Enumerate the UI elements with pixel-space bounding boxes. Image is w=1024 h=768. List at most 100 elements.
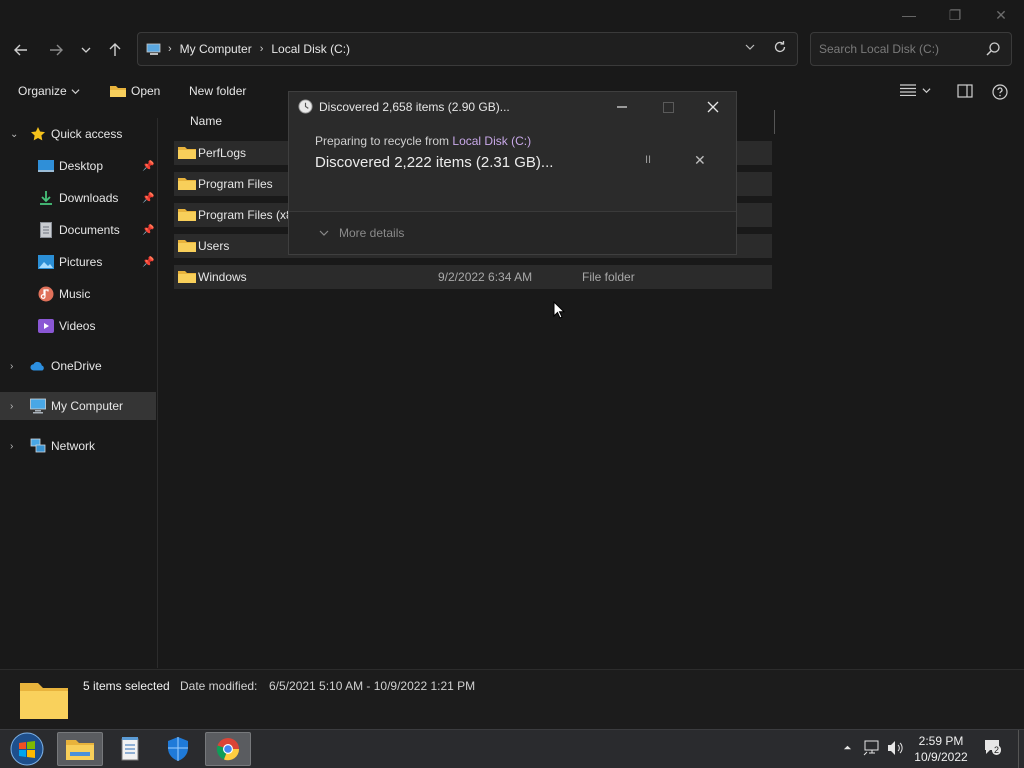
download-icon	[38, 190, 54, 206]
up-button[interactable]	[103, 38, 127, 62]
star-icon	[30, 126, 46, 142]
chevron-down-icon	[745, 44, 755, 50]
source-location-link[interactable]: Local Disk (C:)	[452, 134, 531, 148]
back-arrow-icon	[14, 44, 27, 56]
table-row[interactable]: Windows 9/2/2022 6:34 AM File folder	[174, 265, 772, 289]
windows-orb-icon	[10, 732, 44, 766]
search-icon	[985, 41, 1001, 60]
volume-icon[interactable]	[887, 740, 905, 759]
close-icon	[707, 101, 719, 113]
column-header-name[interactable]: Name	[190, 114, 222, 128]
chevron-right-icon[interactable]: ›	[10, 361, 13, 372]
sidebar-item-documents[interactable]: Documents 📌	[0, 216, 156, 244]
sidebar-item-pictures[interactable]: Pictures 📌	[0, 248, 156, 276]
sidebar-item-my-computer[interactable]: › My Computer	[0, 392, 156, 420]
folder-icon	[178, 238, 196, 256]
chevron-down-icon	[81, 47, 91, 53]
column-divider[interactable]	[774, 110, 775, 134]
sidebar-item-label: Downloads	[59, 191, 119, 205]
start-button[interactable]	[4, 732, 50, 766]
sidebar-item-videos[interactable]: Videos	[0, 312, 156, 340]
chevron-right-icon[interactable]: ›	[10, 401, 13, 412]
help-button[interactable]	[992, 84, 1008, 100]
chevron-down-icon	[319, 230, 329, 236]
file-name: Program Files	[198, 177, 273, 191]
folder-icon	[178, 145, 196, 163]
progress-status: Discovered 2,222 items (2.31 GB)...	[315, 154, 554, 171]
maximize-icon	[662, 101, 674, 113]
show-hidden-icons-button[interactable]	[843, 741, 852, 755]
taskbar-chrome[interactable]	[205, 732, 251, 766]
view-options-button[interactable]	[900, 84, 931, 96]
folder-icon	[178, 176, 196, 194]
new-folder-button[interactable]: New folder	[189, 84, 246, 98]
pin-icon: 📌	[142, 192, 155, 204]
close-button[interactable]: ✕	[978, 0, 1024, 30]
address-dropdown-button[interactable]	[745, 42, 755, 55]
forward-button[interactable]	[44, 38, 68, 62]
chrome-icon	[216, 738, 240, 761]
list-view-icon	[900, 84, 916, 96]
minimize-button[interactable]: —	[886, 0, 932, 30]
folder-icon	[178, 269, 196, 287]
refresh-button[interactable]	[773, 40, 787, 57]
cancel-operation-button[interactable]: ✕	[694, 152, 706, 169]
open-button[interactable]: Open	[109, 84, 160, 98]
sidebar-item-downloads[interactable]: Downloads 📌	[0, 184, 156, 212]
address-bar[interactable]: › My Computer › Local Disk (C:)	[137, 32, 798, 66]
pause-button[interactable]: II	[645, 154, 651, 166]
sidebar-item-label: My Computer	[51, 399, 124, 413]
file-name: Users	[198, 239, 230, 253]
mouse-cursor	[553, 300, 566, 322]
refresh-icon	[774, 41, 786, 53]
computer-icon	[30, 398, 46, 414]
file-explorer-icon	[66, 740, 94, 760]
clock-icon	[298, 99, 313, 117]
more-details-label: More details	[339, 226, 405, 240]
sidebar-item-label: Desktop	[59, 159, 104, 173]
sidebar-item-label: Documents	[59, 223, 120, 237]
address-row: › My Computer › Local Disk (C:) Search L…	[0, 32, 1024, 68]
dialog-close-button[interactable]	[698, 96, 728, 118]
chevron-right-icon[interactable]: ›	[10, 441, 13, 452]
folder-open-icon	[110, 86, 126, 97]
sidebar-item-label: Network	[51, 439, 96, 453]
taskbar-file-explorer[interactable]	[57, 732, 103, 766]
sidebar-item-onedrive[interactable]: › OneDrive	[0, 352, 156, 380]
organize-button[interactable]: Organize	[18, 84, 80, 98]
breadcrumb-my-computer[interactable]: My Computer	[180, 42, 252, 56]
file-name: Windows	[198, 270, 247, 284]
back-button[interactable]	[9, 38, 33, 62]
breadcrumb-local-disk[interactable]: Local Disk (C:)	[271, 42, 350, 56]
dialog-title: Discovered 2,658 items (2.90 GB)...	[319, 100, 510, 114]
preview-pane-icon	[957, 84, 973, 98]
dialog-minimize-button[interactable]	[607, 96, 637, 118]
file-name: Program Files (x8	[198, 208, 293, 222]
network-icon	[30, 438, 46, 454]
system-clock[interactable]: 2:59 PM 10/9/2022	[908, 733, 974, 765]
recent-locations-button[interactable]	[74, 38, 98, 62]
new-folder-label: New folder	[189, 84, 247, 98]
taskbar-notepad[interactable]	[107, 732, 153, 766]
cloud-icon	[30, 358, 46, 374]
folder-icon	[20, 679, 68, 722]
notification-center-button[interactable]: 2	[984, 739, 1004, 760]
sidebar-item-label: OneDrive	[51, 359, 102, 373]
music-icon	[38, 286, 54, 302]
sidebar-item-network[interactable]: › Network	[0, 432, 156, 460]
navigation-pane: ⌄ Quick access Desktop 📌 Downloads 📌 Doc…	[0, 118, 158, 668]
restore-button[interactable]: ❐	[932, 0, 978, 30]
preview-pane-button[interactable]	[957, 84, 973, 98]
dialog-footer: More details	[289, 211, 736, 254]
chevron-down-icon[interactable]: ⌄	[10, 129, 18, 140]
search-input[interactable]: Search Local Disk (C:)	[810, 32, 1012, 66]
show-desktop-button[interactable]	[1018, 730, 1024, 768]
network-tray-icon[interactable]	[863, 740, 881, 759]
sidebar-item-quick-access[interactable]: ⌄ Quick access	[0, 120, 156, 148]
sidebar-item-desktop[interactable]: Desktop 📌	[0, 152, 156, 180]
more-details-button[interactable]: More details	[319, 226, 404, 240]
taskbar-security[interactable]	[155, 732, 201, 766]
sidebar-item-music[interactable]: Music	[0, 280, 156, 308]
dialog-maximize-button	[653, 96, 683, 118]
notification-count: 2	[992, 745, 1002, 755]
